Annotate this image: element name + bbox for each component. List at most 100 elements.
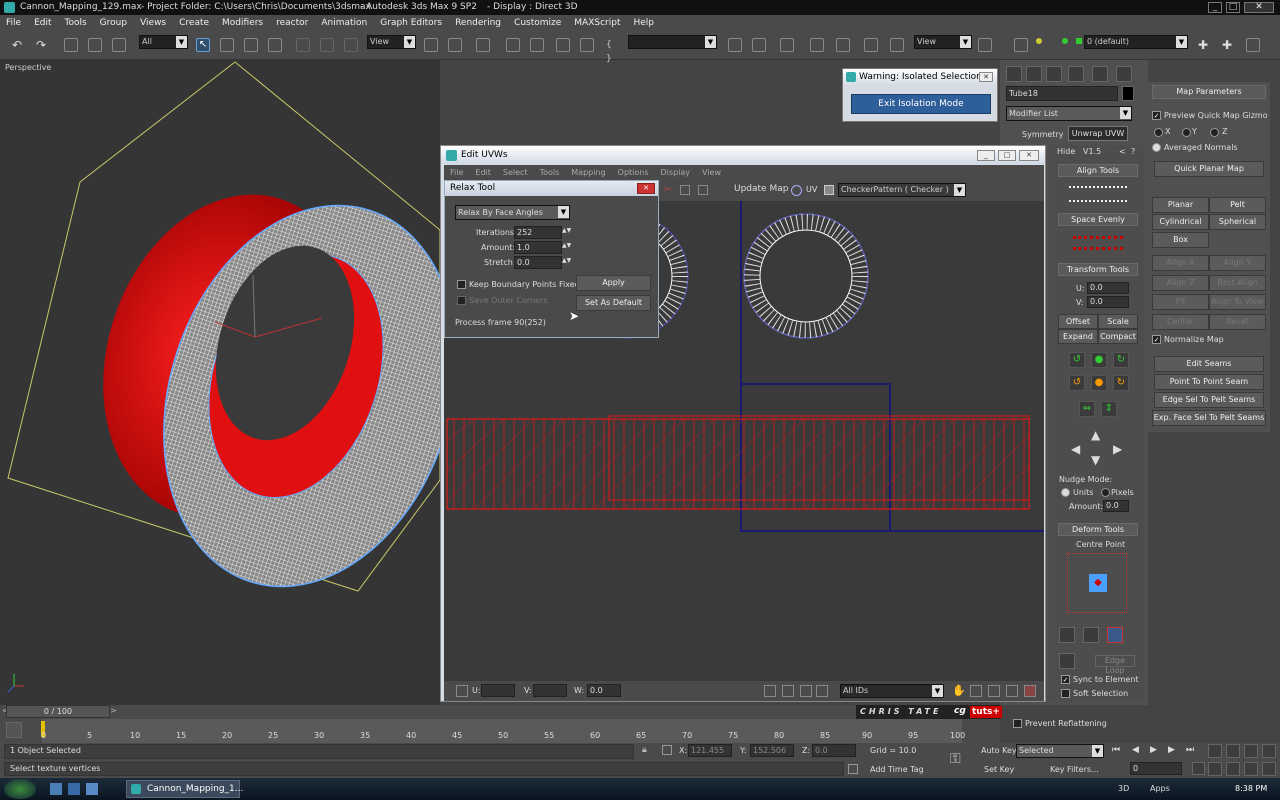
compact-button[interactable]: Compact	[1098, 329, 1138, 344]
time-config-icon[interactable]	[1192, 762, 1205, 775]
start-button[interactable]	[4, 779, 36, 799]
zoom-all-icon[interactable]	[1226, 744, 1240, 758]
uv-icon[interactable]: UV	[806, 185, 817, 194]
zoom-extents-all-icon[interactable]	[1262, 744, 1276, 758]
hierarchy-tab-icon[interactable]	[1046, 66, 1062, 82]
time-slider[interactable]: 0 / 100	[6, 705, 110, 718]
object-name-field[interactable]: Tube18	[1006, 86, 1118, 101]
close-icon[interactable]: ✕	[1019, 150, 1039, 161]
relax-mode-dropdown[interactable]: Relax By Face Angles ▼	[455, 205, 570, 220]
paint-select-icon[interactable]	[1059, 653, 1075, 669]
spinner-snap-icon[interactable]	[580, 38, 594, 52]
nudge-up-icon[interactable]: ▲	[1091, 428, 1100, 442]
space-evenly-rollout[interactable]: Space Evenly	[1058, 213, 1138, 226]
axis-z-radio[interactable]	[1210, 128, 1219, 137]
scale-icon[interactable]	[344, 38, 358, 52]
lock-selection-icon[interactable]	[456, 685, 468, 697]
set-key-button[interactable]: Set Key	[984, 765, 1014, 774]
minimize-button[interactable]: _	[1208, 2, 1222, 13]
zoom-extents-icon[interactable]	[1244, 744, 1258, 758]
rotate-icon[interactable]: ●	[1091, 352, 1107, 368]
rotate-icon[interactable]	[320, 38, 334, 52]
display-tab-icon[interactable]	[1092, 66, 1108, 82]
angle-snap-icon[interactable]	[530, 38, 544, 52]
preview-gizmo-checkbox[interactable]: ✓	[1152, 111, 1161, 120]
nudge-amount-field[interactable]: 0.0	[1103, 500, 1129, 512]
zoom-icon[interactable]	[1208, 744, 1222, 758]
prev-frame-icon[interactable]: ◀	[1132, 745, 1139, 755]
freeform-mode-icon[interactable]	[764, 685, 776, 697]
best-align-button[interactable]: Best Align	[1209, 275, 1266, 291]
unlink-icon[interactable]	[88, 38, 102, 52]
select-object-icon[interactable]: ↖	[196, 38, 210, 52]
percent-snap-icon[interactable]	[556, 38, 570, 52]
nudge-left-icon[interactable]: ◀	[1071, 442, 1080, 456]
pelt-button[interactable]: Pelt	[1209, 197, 1266, 213]
u-offset-field[interactable]: 0.0	[1087, 282, 1129, 294]
align-tools-rollout[interactable]: Align Tools	[1058, 164, 1138, 177]
uv-menu-view[interactable]: View	[696, 168, 727, 177]
texture-icon[interactable]	[824, 185, 834, 195]
named-selection-dropdown[interactable]: ▼	[628, 35, 717, 49]
play-icon[interactable]: ▶	[1150, 745, 1157, 755]
object-color-swatch[interactable]	[1122, 86, 1134, 101]
select-layer-icon[interactable]	[1246, 38, 1260, 52]
goto-end-icon[interactable]: ⏭	[1186, 745, 1194, 755]
selection-filter-dropdown[interactable]: All ▼	[139, 35, 188, 49]
centre-point-selected[interactable]: ◆	[1089, 574, 1107, 592]
explorer-icon[interactable]	[50, 783, 62, 795]
quick-render-icon[interactable]	[978, 38, 992, 52]
nudge-down-icon[interactable]: ▼	[1091, 453, 1100, 467]
amount-spinner-icon[interactable]: ▲▼	[562, 242, 571, 249]
menu-tools[interactable]: Tools	[59, 18, 94, 28]
align-x-button[interactable]: Align X	[1152, 255, 1209, 271]
schematic-view-icon[interactable]	[836, 38, 850, 52]
filter-icon[interactable]	[816, 685, 828, 697]
menu-customize[interactable]: Customize	[508, 18, 568, 28]
transform-tools-rollout[interactable]: Transform Tools	[1058, 263, 1138, 276]
add-time-tag-button[interactable]: Add Time Tag	[870, 765, 924, 774]
uv-menu-file[interactable]: File	[444, 168, 469, 177]
flip-uv-icon[interactable]	[680, 185, 690, 195]
scale-button[interactable]: Scale	[1098, 314, 1138, 329]
menu-file[interactable]: File	[0, 18, 28, 28]
modify-tab-icon[interactable]	[1026, 66, 1042, 82]
space-evenly-icons[interactable]	[1073, 236, 1123, 250]
amount-field[interactable]: 1.0	[514, 241, 562, 254]
snaps-toggle-icon[interactable]	[506, 38, 520, 52]
box-button[interactable]: Box	[1152, 232, 1209, 248]
nudge-right-icon[interactable]: ▶	[1113, 442, 1122, 456]
pivot-center-icon[interactable]	[424, 38, 438, 52]
keep-boundary-checkbox[interactable]	[457, 280, 466, 289]
time-tag-icon[interactable]	[848, 764, 858, 774]
absolute-mode-icon[interactable]	[662, 745, 672, 755]
v-coord-field[interactable]	[533, 684, 567, 697]
normalize-map-checkbox[interactable]: ✓	[1152, 335, 1161, 344]
select-and-link-icon[interactable]	[64, 38, 78, 52]
menu-animation[interactable]: Animation	[315, 18, 374, 28]
menu-group[interactable]: Group	[94, 18, 134, 28]
uv-menu-tools[interactable]: Tools	[534, 168, 566, 177]
edit-named-selection-icon[interactable]: { }	[606, 38, 620, 64]
create-tab-icon[interactable]	[1006, 66, 1022, 82]
align-icon[interactable]	[752, 38, 766, 52]
zoom-icon[interactable]	[970, 685, 982, 697]
motion-tab-icon[interactable]	[1068, 66, 1084, 82]
x-coord-field[interactable]: 121.455	[688, 744, 732, 757]
add-to-layer-icon[interactable]: ✚	[1222, 38, 1236, 52]
ref-coord-dropdown[interactable]: View ▼	[367, 35, 416, 49]
menu-modifiers[interactable]: Modifiers	[216, 18, 270, 28]
next-frame-icon[interactable]: ▶	[1168, 745, 1175, 755]
cylindrical-button[interactable]: Cylindrical	[1152, 214, 1209, 230]
planar-button[interactable]: Planar	[1152, 197, 1209, 213]
uv-menu-mapping[interactable]: Mapping	[565, 168, 611, 177]
rotate-90-icon[interactable]: ●	[1091, 375, 1107, 391]
minimize-button[interactable]: _	[977, 150, 995, 161]
set-as-default-button[interactable]: Set As Default	[576, 295, 651, 311]
maximize-button[interactable]: □	[1226, 2, 1240, 13]
hide-button[interactable]: Hide	[1057, 147, 1075, 156]
snap-icon[interactable]	[782, 685, 794, 697]
orbit-icon[interactable]	[1244, 762, 1258, 776]
centre-point-grid[interactable]: ◆	[1067, 553, 1127, 613]
grid-select-icon[interactable]	[1059, 627, 1075, 643]
